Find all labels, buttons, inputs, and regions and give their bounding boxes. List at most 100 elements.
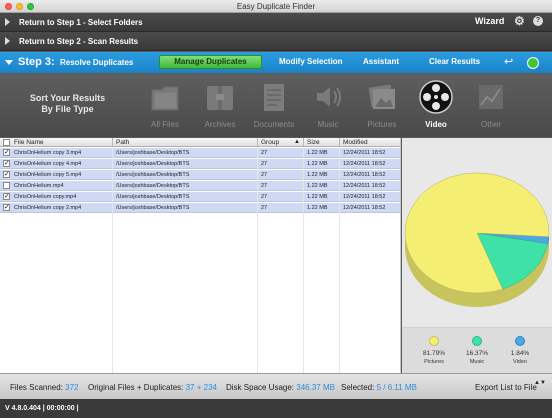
- wizard-button[interactable]: Wizard: [475, 16, 504, 26]
- cell-path: /Users/joshbase/Desktop/BTS: [116, 172, 190, 178]
- row-checkbox[interactable]: [3, 182, 10, 189]
- legend-value: 1.84%: [510, 350, 530, 357]
- column-header-path[interactable]: Path: [116, 139, 129, 146]
- cell-path: /Users/joshbase/Desktop/BTS: [116, 161, 190, 167]
- row-checkbox[interactable]: ✓: [3, 171, 10, 178]
- column-divider[interactable]: [112, 138, 113, 147]
- tab-manage-duplicates[interactable]: Manage Duplicates: [159, 55, 262, 69]
- pictures-icon: [368, 84, 395, 109]
- step2-bar[interactable]: Return to Step 2 - Scan Results: [0, 32, 552, 51]
- column-header-modified[interactable]: Modified: [343, 139, 368, 146]
- legend-item-music: 16.37% Music: [457, 336, 497, 365]
- row-checkbox[interactable]: ✓: [3, 149, 10, 156]
- step3-bar: Step 3: Resolve Duplicates Manage Duplic…: [0, 52, 552, 73]
- cell-group: 27: [261, 150, 268, 156]
- column-header-file-name[interactable]: File Name: [14, 139, 44, 146]
- table-row[interactable]: ChrisOnHelium.mp4/Users/joshbase/Desktop…: [0, 181, 401, 191]
- select-all-checkbox[interactable]: [3, 139, 10, 146]
- other-icon: [479, 85, 503, 109]
- gear-icon[interactable]: ⚙: [514, 14, 525, 28]
- row-checkbox[interactable]: ✓: [3, 204, 10, 211]
- tab-modify-selection[interactable]: Modify Selection: [279, 57, 343, 66]
- cell-file: ChrisOnHelium.mp4: [14, 183, 64, 189]
- cell-file: ChrisOnHelium copy 5.mp4: [14, 172, 82, 178]
- cell-size: 1.22 MB: [307, 161, 328, 167]
- all-files-icon: [151, 86, 179, 111]
- original-files-duplicates: Original Files + Duplicates: 37 + 234: [88, 383, 217, 392]
- documents-icon: [264, 84, 284, 111]
- undo-icon[interactable]: ↩: [504, 55, 513, 68]
- status-green-icon[interactable]: [527, 57, 539, 69]
- step1-bar[interactable]: Return to Step 1 - Select Folders Wizard…: [0, 13, 552, 32]
- filter-pictures[interactable]: Pictures: [357, 78, 407, 129]
- step2-label: Return to Step 2 - Scan Results: [19, 37, 139, 46]
- cell-path: /Users/joshbase/Desktop/BTS: [116, 183, 190, 189]
- select-arrows-icon[interactable]: ▲▼: [534, 380, 546, 386]
- cell-size: 1.22 MB: [307, 183, 328, 189]
- step3-subtitle: Resolve Duplicates: [60, 58, 134, 67]
- filter-documents[interactable]: Documents: [249, 78, 299, 129]
- cell-path: /Users/joshbase/Desktop/BTS: [116, 205, 190, 211]
- music-dot-icon: [472, 336, 482, 346]
- column-divider[interactable]: [339, 138, 340, 147]
- tab-clear-results[interactable]: Clear Results: [429, 57, 480, 66]
- version-timer: V 4.8.0.404 | 00:00:00 |: [5, 405, 79, 412]
- column-gridline: [339, 147, 340, 373]
- filter-other[interactable]: Other: [466, 78, 516, 129]
- legend-label: Pictures: [424, 359, 444, 365]
- filter-archives[interactable]: Archives: [195, 78, 245, 129]
- window-title: Easy Duplicate Finder: [236, 2, 316, 11]
- cell-path: /Users/joshbase/Desktop/BTS: [116, 150, 190, 156]
- expand-arrow-icon: [5, 18, 10, 26]
- title-bar: Easy Duplicate Finder: [0, 0, 552, 13]
- table-row[interactable]: ✓ ChrisOnHelium copy 3.mp4/Users/joshbase…: [0, 148, 401, 158]
- cell-group: 27: [261, 172, 268, 178]
- table-row[interactable]: ✓ ChrisOnHelium copy.mp4/Users/joshbase/D…: [0, 192, 401, 202]
- table-row[interactable]: ✓ ChrisOnHelium copy 2.mp4/Users/joshbase…: [0, 203, 401, 213]
- export-list-select[interactable]: Export List to File: [475, 383, 537, 392]
- legend-label: Music: [469, 359, 485, 365]
- cell-group: 27: [261, 161, 268, 167]
- cell-size: 1.22 MB: [307, 194, 328, 200]
- cell-modified: 12/24/2011 18:52: [343, 161, 386, 167]
- cell-file: ChrisOnHelium copy 2.mp4: [14, 205, 82, 211]
- cell-path: /Users/joshbase/Desktop/BTS: [116, 194, 190, 200]
- column-gridline: [112, 147, 113, 373]
- step1-label: Return to Step 1 - Select Folders: [19, 18, 143, 27]
- filter-video[interactable]: Video: [411, 78, 461, 129]
- cell-file: ChrisOnHelium copy 3.mp4: [14, 150, 82, 156]
- cell-modified: 12/24/2011 18:52: [343, 172, 386, 178]
- column-divider[interactable]: [257, 138, 258, 147]
- music-icon: [317, 87, 341, 107]
- cell-modified: 12/24/2011 18:52: [343, 150, 386, 156]
- pie-chart-panel: 81.79% Pictures 16.37% Music 1.84% Video: [402, 138, 552, 373]
- column-gridline: [257, 147, 258, 373]
- cell-size: 1.22 MB: [307, 205, 328, 211]
- column-gridline: [303, 147, 304, 373]
- cell-group: 27: [261, 194, 268, 200]
- cell-modified: 12/24/2011 18:52: [343, 194, 386, 200]
- table-row[interactable]: ✓ ChrisOnHelium copy 4.mp4/Users/joshbase…: [0, 159, 401, 169]
- help-icon[interactable]: ?: [533, 16, 543, 26]
- cell-modified: 12/24/2011 18:52: [343, 183, 386, 189]
- collapse-arrow-icon[interactable]: [5, 60, 13, 65]
- sort-title-line2: By File Type: [41, 104, 94, 114]
- filter-all-files[interactable]: All Files: [140, 78, 190, 129]
- column-header-size[interactable]: Size: [307, 139, 320, 146]
- legend-value: 81.79%: [422, 350, 446, 357]
- pie-legend: 81.79% Pictures 16.37% Music 1.84% Video: [402, 327, 552, 373]
- cell-group: 27: [261, 205, 268, 211]
- filter-music[interactable]: Music: [303, 78, 353, 129]
- pictures-dot-icon: [429, 336, 439, 346]
- sort-title-line1: Sort Your Results: [29, 93, 106, 103]
- table-row[interactable]: ✓ ChrisOnHelium copy 5.mp4/Users/joshbase…: [0, 170, 401, 180]
- tab-assistant[interactable]: Assistant: [363, 57, 399, 66]
- expand-arrow-icon: [5, 37, 10, 45]
- row-checkbox[interactable]: ✓: [3, 160, 10, 167]
- pie-chart: [404, 172, 550, 307]
- table-scroll-edge: [400, 138, 401, 373]
- column-header-group[interactable]: Group: [261, 139, 279, 146]
- row-checkbox[interactable]: ✓: [3, 193, 10, 200]
- legend-item-pictures: 81.79% Pictures: [414, 336, 454, 365]
- column-divider[interactable]: [303, 138, 304, 147]
